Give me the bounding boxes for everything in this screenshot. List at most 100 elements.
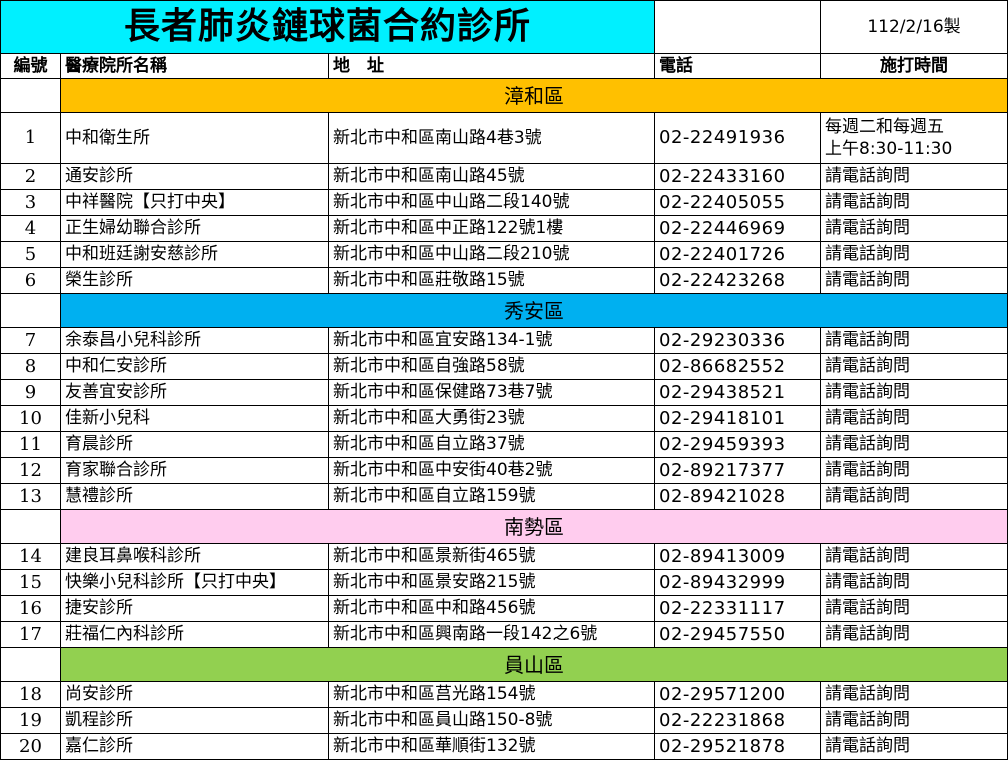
row-number: 1 <box>0 112 61 164</box>
row-number: 10 <box>0 405 61 432</box>
row-number: 7 <box>0 327 61 354</box>
header-hours: 施打時間 <box>820 53 1008 79</box>
table-row: 13 慧禮診所 新北市中和區自立路159號 02-89421028 請電話詢問 <box>0 483 1008 510</box>
table-row: 1 中和衛生所 新北市中和區南山路4巷3號 02-22491936 每週二和每週五 上午8… <box>0 112 1008 164</box>
clinic-hours: 請電話詢問 <box>820 681 1008 708</box>
clinic-phone: 02-29521878 <box>654 733 822 760</box>
row-number: 20 <box>0 733 61 760</box>
clinic-hours: 請電話詢問 <box>820 353 1008 380</box>
clinic-address: 新北市中和區華順街132號 <box>327 733 656 760</box>
row-number: 8 <box>0 353 61 380</box>
region-name: 南勢區 <box>59 509 1008 544</box>
region-row: 員山區 <box>0 647 1008 682</box>
clinic-address: 新北市中和區宜安路134-1號 <box>327 327 656 354</box>
clinic-address: 新北市中和區員山路150-8號 <box>327 707 656 734</box>
clinic-name: 友善宜安診所 <box>60 379 329 406</box>
clinic-address: 新北市中和區中山路二段140號 <box>327 189 656 216</box>
clinic-hours: 每週二和每週五 上午8:30-11:30 <box>820 112 1008 164</box>
clinic-name: 捷安診所 <box>60 595 329 622</box>
clinic-hours: 請電話詢問 <box>820 405 1008 432</box>
clinic-address: 新北市中和區南山路4巷3號 <box>327 112 656 164</box>
table-row: 17 莊福仁內科診所 新北市中和區興南路一段142之6號 02-29457550 請電話… <box>0 621 1008 648</box>
table-row: 18 尚安診所 新北市中和區莒光路154號 02-29571200 請電話詢問 <box>0 681 1008 708</box>
clinic-address: 新北市中和區中和路456號 <box>327 595 656 622</box>
region-blank-cell <box>0 78 61 113</box>
table-row: 11 育晨診所 新北市中和區自立路37號 02-29459393 請電話詢問 <box>0 431 1008 458</box>
table-row: 10 佳新小兒科 新北市中和區大勇街23號 02-29418101 請電話詢問 <box>0 405 1008 432</box>
header-num: 編號 <box>0 53 61 79</box>
row-number: 9 <box>0 379 61 406</box>
clinic-address: 新北市中和區中安街40巷2號 <box>327 457 656 484</box>
clinic-address: 新北市中和區保健路73巷7號 <box>327 379 656 406</box>
clinic-phone: 02-22331117 <box>654 595 822 622</box>
clinic-address: 新北市中和區中正路122號1樓 <box>327 215 656 242</box>
region-row: 南勢區 <box>0 509 1008 544</box>
row-number: 15 <box>0 569 61 596</box>
clinic-name: 育晨診所 <box>60 431 329 458</box>
clinic-name: 凱程診所 <box>60 707 329 734</box>
made-date: 112/2/16製 <box>820 0 1008 54</box>
title-row: 長者肺炎鏈球菌合約診所 112/2/16製 <box>0 0 1008 54</box>
clinic-address: 新北市中和區自強路58號 <box>327 353 656 380</box>
row-number: 3 <box>0 189 61 216</box>
clinic-hours: 請電話詢問 <box>820 267 1008 294</box>
header-name: 醫療院所名稱 <box>60 53 329 79</box>
header-row: 編號 醫療院所名稱 地 址 電話 施打時間 <box>0 53 1008 79</box>
clinic-phone: 02-29438521 <box>654 379 822 406</box>
clinic-address: 新北市中和區自立路159號 <box>327 483 656 510</box>
clinic-phone: 02-22405055 <box>654 189 822 216</box>
region-row: 秀安區 <box>0 293 1008 328</box>
row-number: 18 <box>0 681 61 708</box>
clinic-address: 新北市中和區中山路二段210號 <box>327 241 656 268</box>
table-row: 20 嘉仁診所 新北市中和區華順街132號 02-29521878 請電話詢問 <box>0 733 1008 760</box>
table-row: 15 快樂小兒科診所【只打中央】 新北市中和區景安路215號 02-89432999 請… <box>0 569 1008 596</box>
clinic-phone: 02-89421028 <box>654 483 822 510</box>
region-blank-cell <box>0 293 61 328</box>
table-row: 6 榮生診所 新北市中和區莊敬路15號 02-22423268 請電話詢問 <box>0 267 1008 294</box>
clinic-hours: 請電話詢問 <box>820 431 1008 458</box>
clinic-name: 慧禮診所 <box>60 483 329 510</box>
row-number: 12 <box>0 457 61 484</box>
clinic-name: 通安診所 <box>60 163 329 190</box>
clinic-name: 中和班廷謝安慈診所 <box>60 241 329 268</box>
clinic-name: 中祥醫院【只打中央】 <box>60 189 329 216</box>
clinic-name: 快樂小兒科診所【只打中央】 <box>60 569 329 596</box>
clinic-phone: 02-29571200 <box>654 681 822 708</box>
region-name: 員山區 <box>59 647 1008 682</box>
row-number: 5 <box>0 241 61 268</box>
clinic-hours-line1: 每週二和每週五 <box>825 116 945 137</box>
clinic-hours: 請電話詢問 <box>820 569 1008 596</box>
clinic-phone: 02-22433160 <box>654 163 822 190</box>
clinic-hours: 請電話詢問 <box>820 241 1008 268</box>
clinic-hours: 請電話詢問 <box>820 189 1008 216</box>
clinic-phone: 02-29230336 <box>654 327 822 354</box>
clinic-phone: 02-22446969 <box>654 215 822 242</box>
clinic-name: 莊福仁內科診所 <box>60 621 329 648</box>
region-name: 秀安區 <box>59 293 1008 328</box>
clinic-phone: 02-22231868 <box>654 707 822 734</box>
row-number: 14 <box>0 543 61 570</box>
clinic-name: 余泰昌小兒科診所 <box>60 327 329 354</box>
header-address: 地 址 <box>327 53 656 79</box>
clinic-hours: 請電話詢問 <box>820 483 1008 510</box>
clinic-hours: 請電話詢問 <box>820 621 1008 648</box>
clinic-phone: 02-89217377 <box>654 457 822 484</box>
clinic-name: 中和仁安診所 <box>60 353 329 380</box>
clinic-address: 新北市中和區南山路45號 <box>327 163 656 190</box>
row-number: 6 <box>0 267 61 294</box>
clinic-hours: 請電話詢問 <box>820 543 1008 570</box>
table-row: 8 中和仁安診所 新北市中和區自強路58號 02-86682552 請電話詢問 <box>0 353 1008 380</box>
clinic-hours: 請電話詢問 <box>820 457 1008 484</box>
clinic-hours: 請電話詢問 <box>820 379 1008 406</box>
row-number: 2 <box>0 163 61 190</box>
row-number: 4 <box>0 215 61 242</box>
clinic-name: 建良耳鼻喉科診所 <box>60 543 329 570</box>
clinic-name: 中和衛生所 <box>60 112 329 164</box>
clinic-hours: 請電話詢問 <box>820 215 1008 242</box>
clinic-address: 新北市中和區大勇街23號 <box>327 405 656 432</box>
clinic-phone: 02-89432999 <box>654 569 822 596</box>
table-row: 14 建良耳鼻喉科診所 新北市中和區景新街465號 02-89413009 請電話詢問 <box>0 543 1008 570</box>
table-row: 5 中和班廷謝安慈診所 新北市中和區中山路二段210號 02-22401726 請電話詢… <box>0 241 1008 268</box>
clinic-address: 新北市中和區景新街465號 <box>327 543 656 570</box>
row-number: 13 <box>0 483 61 510</box>
